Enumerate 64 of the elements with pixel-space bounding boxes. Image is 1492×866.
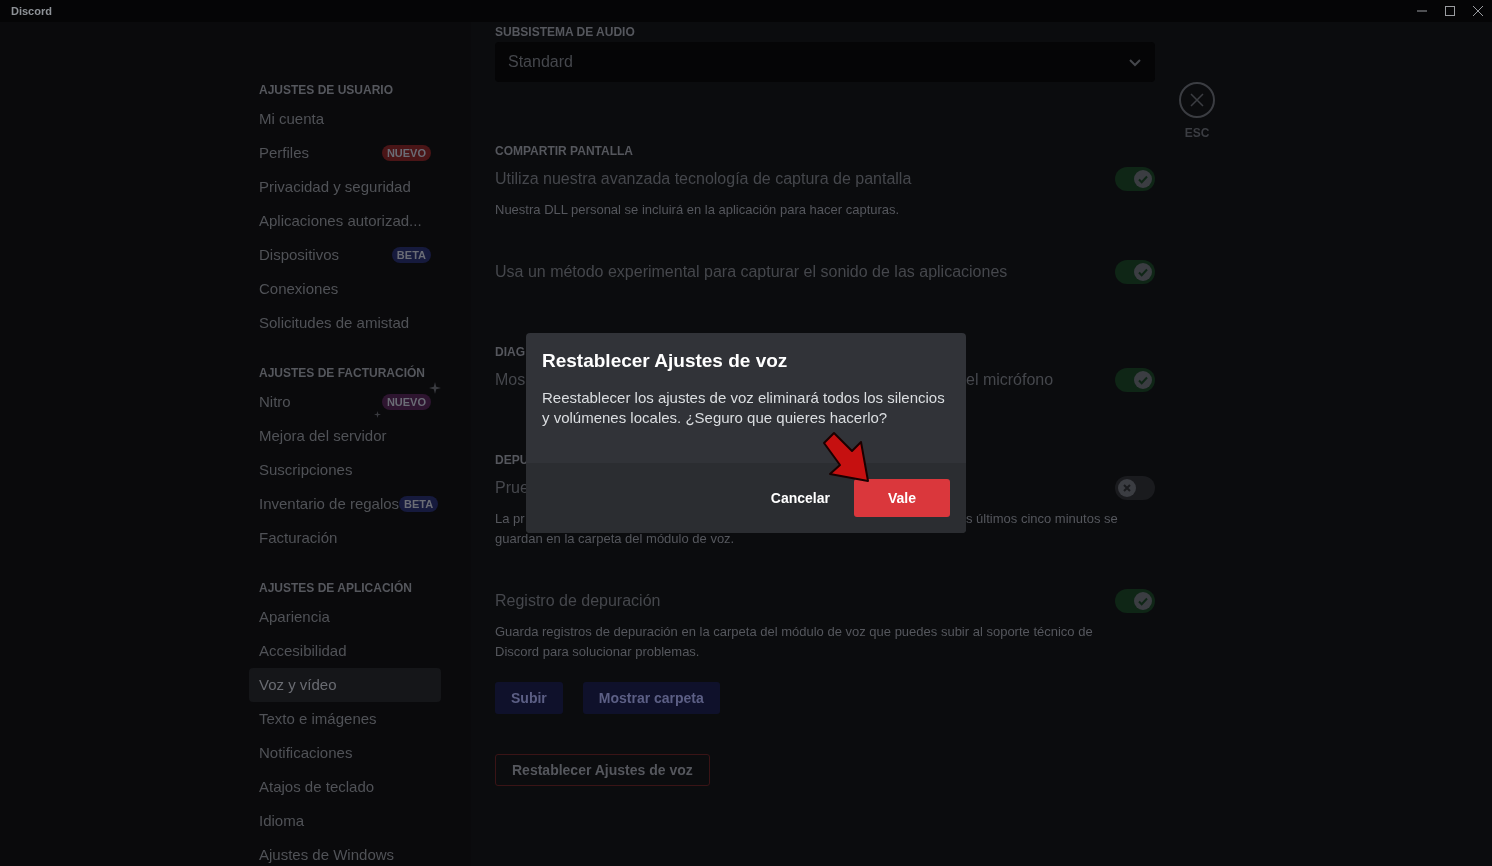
setting-title: Registro de depuración (495, 591, 661, 611)
sidebar-item[interactable]: Mejora del servidor (249, 419, 441, 453)
confirm-button[interactable]: Vale (854, 479, 950, 517)
setting-description: Guarda registros de depuración en la carpeta del módulo de voz que puedes subir al soporte técnico de (495, 623, 1093, 642)
app-title: Discord (11, 3, 52, 19)
setting-title: el micrófono (966, 370, 1054, 390)
sidebar-item[interactable]: Mi cuenta (249, 102, 441, 136)
toggle-switch[interactable] (1115, 589, 1155, 613)
toggle-switch[interactable] (1115, 368, 1155, 392)
toggle-switch[interactable] (1115, 167, 1155, 191)
setting-description: guardan en la carpeta del módulo de voz. (495, 530, 735, 549)
close-icon[interactable] (1472, 5, 1484, 17)
check-icon (1134, 263, 1152, 281)
section-header: AJUSTES DE FACTURACIÓN (259, 364, 425, 382)
check-icon (1134, 371, 1152, 389)
check-icon (1134, 592, 1152, 610)
dialog-title: Restablecer Ajustes de voz (542, 349, 789, 373)
badge: BETA (399, 496, 439, 512)
sidebar-item[interactable]: Perfiles NUEVO (249, 136, 441, 170)
sidebar-item[interactable]: Facturación (249, 521, 441, 555)
arrow-icon (822, 431, 870, 483)
sidebar-item[interactable]: Dispositivos BETA (249, 238, 441, 272)
sparkle-icon (373, 411, 381, 418)
sidebar-item[interactable]: Aplicaciones autorizad... (249, 204, 441, 238)
sidebar-item[interactable]: Privacidad y seguridad (249, 170, 441, 204)
sidebar-item[interactable]: Idioma (249, 804, 441, 838)
setting-title: Usa un método experimental para capturar el sonido de las aplicaciones (495, 262, 1008, 282)
action-button[interactable]: Subir (495, 682, 563, 714)
sparkle-icon (429, 382, 441, 394)
cancel-button[interactable]: Cancelar (754, 479, 846, 517)
action-button[interactable]: Mostrar carpeta (582, 682, 720, 714)
sidebar-item[interactable]: Ajustes de Windows (249, 838, 441, 866)
check-icon (1134, 170, 1152, 188)
badge: NUEVO (381, 145, 431, 161)
sidebar-item[interactable]: Nitro NUEVO (249, 385, 441, 419)
setting-title: Mos (495, 370, 527, 390)
dropdown[interactable]: Standard (495, 42, 1155, 82)
x-icon (1118, 479, 1136, 497)
sidebar-item[interactable]: Voz y vídeo (249, 668, 441, 702)
sidebar-item[interactable]: Apariencia (249, 600, 441, 634)
sidebar-item[interactable]: Atajos de teclado (249, 770, 441, 804)
section-header: AJUSTES DE APLICACIÓN (259, 579, 412, 597)
sidebar-item[interactable]: Suscripciones (249, 453, 441, 487)
setting-description: s últimos cinco minutos se (966, 510, 1118, 529)
section-header: SUBSISTEMA DE AUDIO (495, 24, 635, 41)
toggle-switch[interactable] (1115, 476, 1155, 500)
sidebar-item[interactable]: Texto e imágenes (249, 702, 441, 736)
sidebar-item[interactable]: Solicitudes de amistad (249, 306, 441, 340)
dialog-message: Reestablecer los ajustes de voz eliminará todos los silencios y volúmenes locales. ¿Seguro que quieres hacerlo? (542, 388, 946, 428)
toggle-switch[interactable] (1115, 260, 1155, 284)
setting-description: Nuestra DLL personal se incluirá en la aplicación para hacer capturas. (495, 201, 900, 220)
section-header: COMPARTIR PANTALLA (495, 143, 633, 160)
setting-description: La pr (495, 510, 526, 529)
badge: BETA (391, 247, 431, 263)
maximize-icon[interactable] (1444, 5, 1456, 17)
setting-description: Discord para solucionar problemas. (495, 643, 700, 662)
section-header: AJUSTES DE USUARIO (259, 81, 394, 99)
reset-button[interactable]: Restablecer Ajustes de voz (495, 754, 710, 786)
sidebar-item[interactable]: Notificaciones (249, 736, 441, 770)
sidebar-item[interactable]: Inventario de regalos BETA (249, 487, 441, 521)
section-header: DIAG (495, 344, 525, 361)
sidebar-item[interactable]: Conexiones (249, 272, 441, 306)
sidebar-item[interactable]: Accesibilidad (249, 634, 441, 668)
setting-title: Utiliza nuestra avanzada tecnología de captura de pantalla (495, 169, 912, 189)
